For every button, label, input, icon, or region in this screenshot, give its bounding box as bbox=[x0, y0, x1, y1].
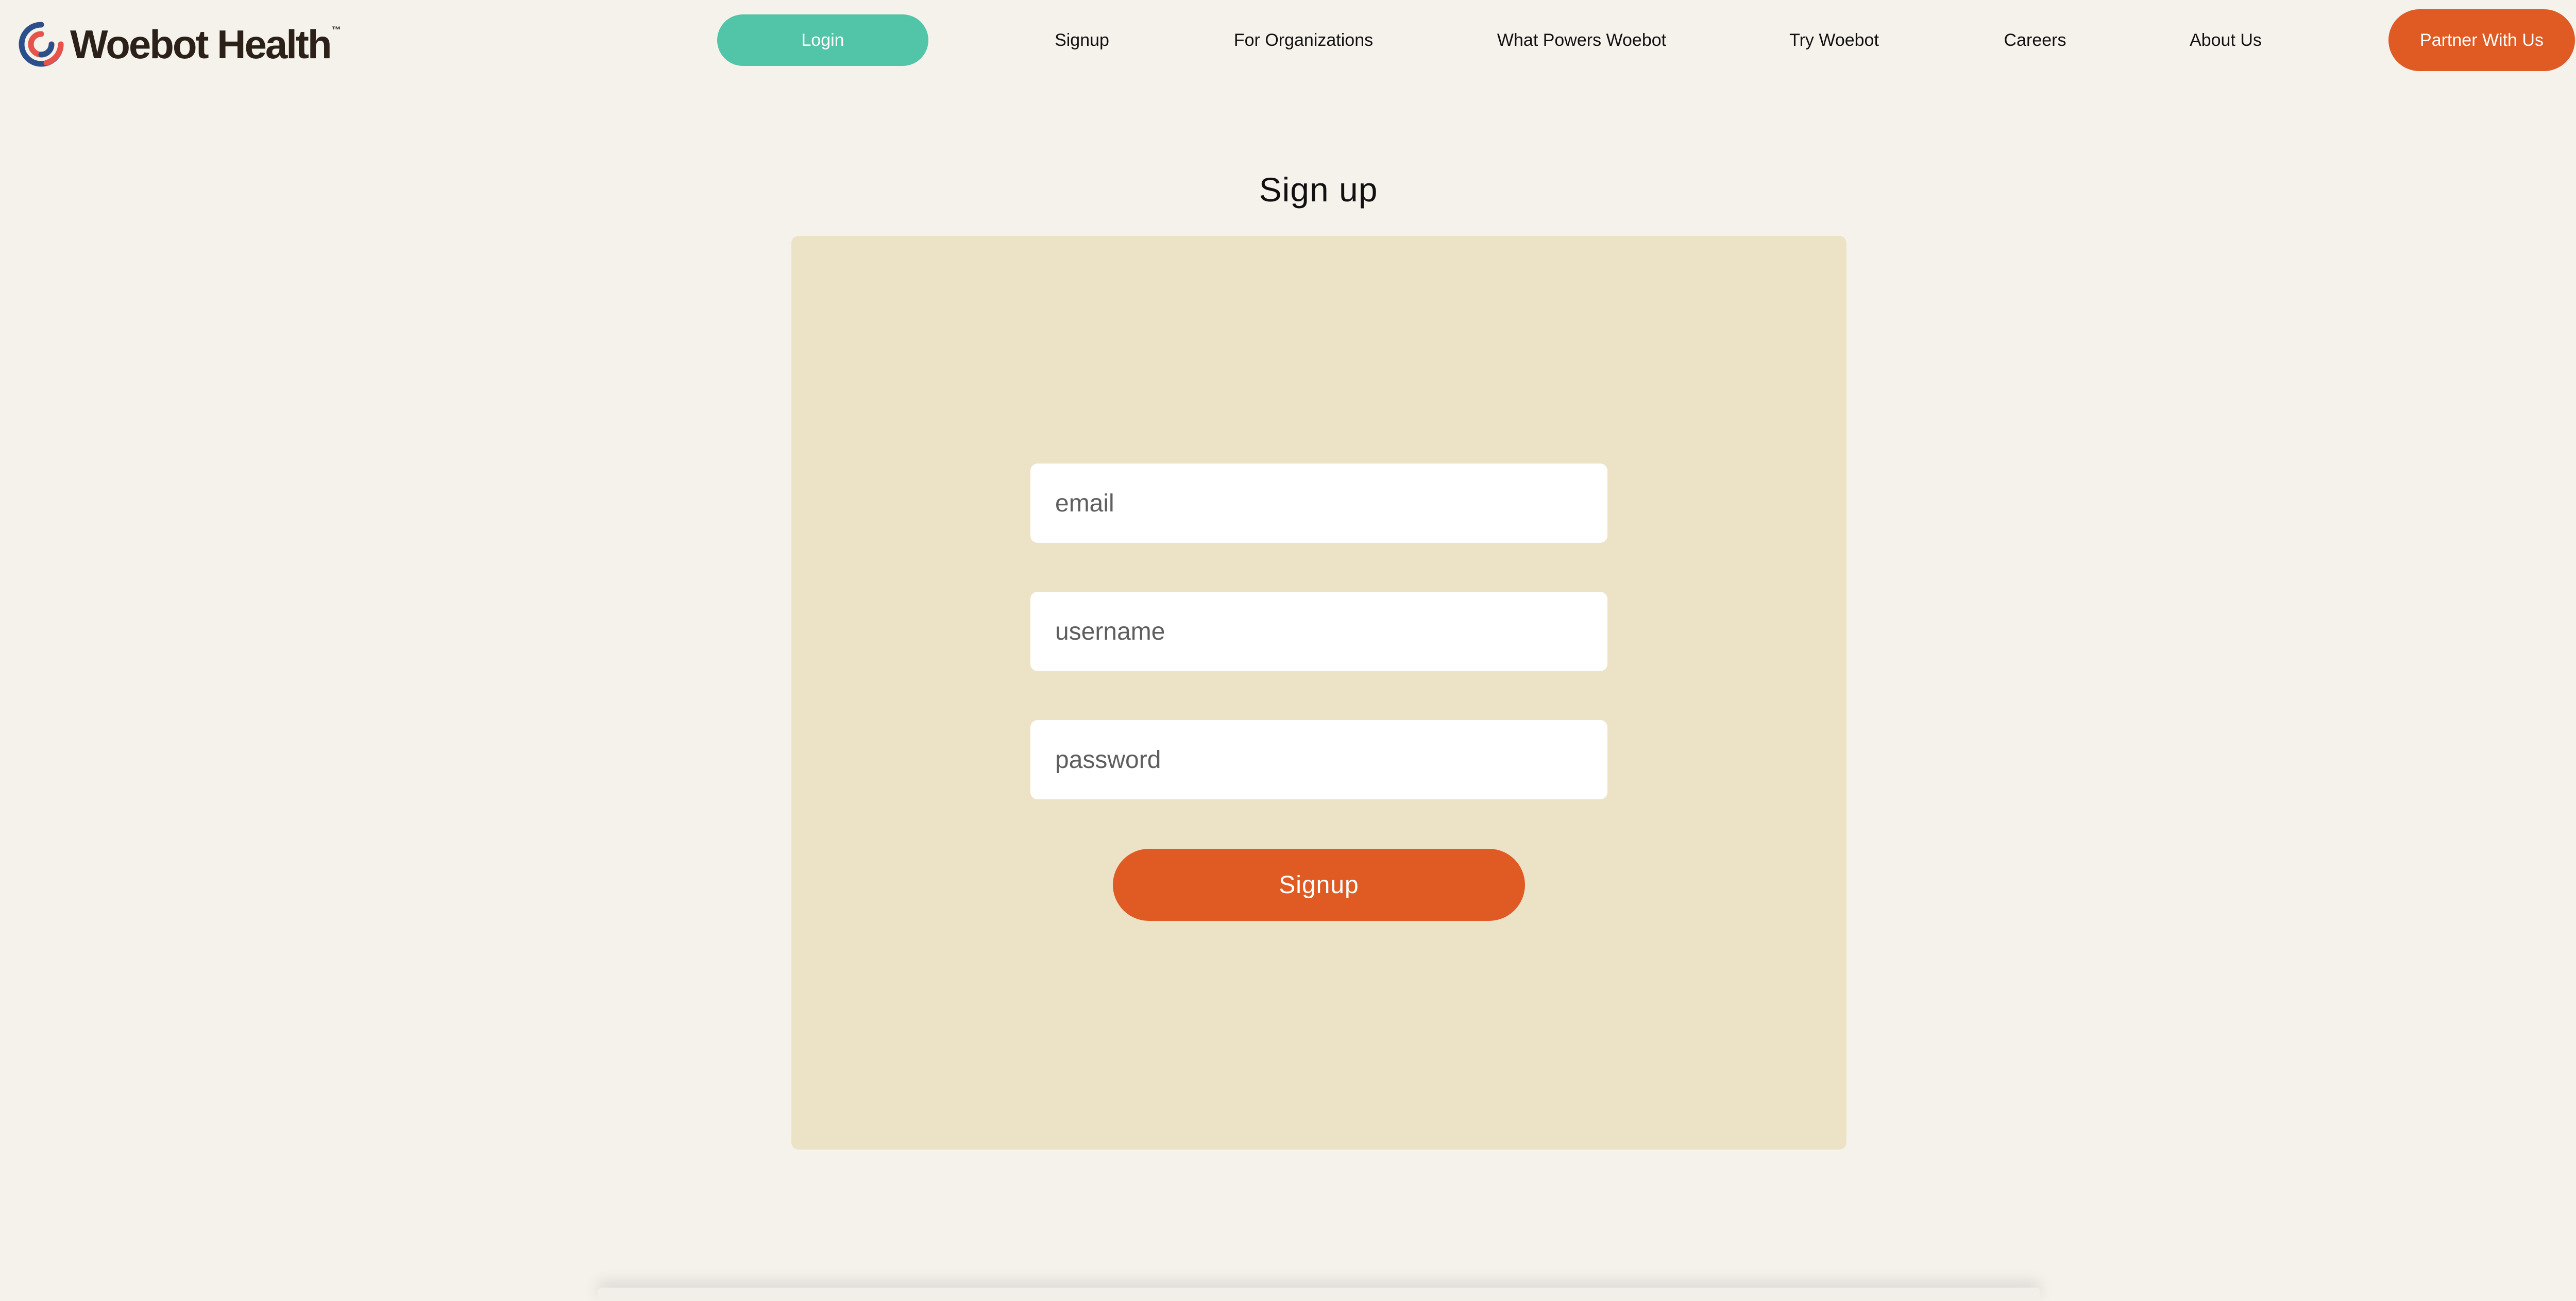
email-field[interactable] bbox=[1030, 464, 1607, 543]
signup-submit-button[interactable]: Signup bbox=[1113, 849, 1525, 921]
page: Woebot Health ™ Login Signup For Organiz… bbox=[0, 0, 2576, 1301]
nav-about-us-link[interactable]: About Us bbox=[2174, 14, 2277, 66]
page-title: Sign up bbox=[1259, 170, 1378, 209]
brand-trademark: ™ bbox=[331, 25, 341, 35]
signup-form-card: Signup bbox=[791, 236, 1846, 1150]
footer-edge bbox=[598, 1288, 2040, 1301]
nav-try-woebot-link[interactable]: Try Woebot bbox=[1772, 14, 1896, 66]
nav-signup-link[interactable]: Signup bbox=[1025, 14, 1139, 66]
brand-name: Woebot Health bbox=[70, 22, 332, 67]
nav-careers-link[interactable]: Careers bbox=[1984, 14, 2087, 66]
password-field[interactable] bbox=[1030, 720, 1607, 799]
woebot-swirl-icon bbox=[19, 22, 64, 67]
nav-for-organizations-link[interactable]: For Organizations bbox=[1211, 14, 1396, 66]
partner-with-us-button[interactable]: Partner With Us bbox=[2388, 9, 2575, 71]
brand-home-link[interactable]: Woebot Health ™ bbox=[15, 19, 341, 70]
nav-login-button[interactable]: Login bbox=[717, 14, 928, 66]
site-header: Woebot Health ™ Login Signup For Organiz… bbox=[0, 0, 2576, 82]
nav-what-powers-woebot-link[interactable]: What Powers Woebot bbox=[1484, 14, 1680, 66]
username-field[interactable] bbox=[1030, 592, 1607, 671]
